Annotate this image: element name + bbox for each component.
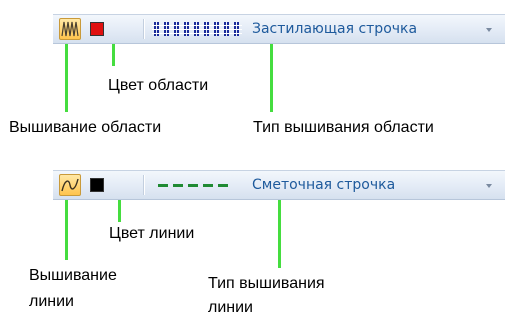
- running-stitch-pattern-icon: [158, 184, 228, 187]
- area-sew-type-text: Застилающая строчка: [252, 21, 418, 37]
- leader-area-color: [112, 44, 115, 66]
- callout-area-sewing: Вышивание области: [9, 119, 162, 136]
- leader-line-sewing: [65, 200, 68, 260]
- line-color-button[interactable]: [86, 174, 108, 196]
- line-sewing-toolbar: Сметочная строчка: [53, 170, 505, 200]
- dropdown-arrow-icon[interactable]: [486, 184, 492, 188]
- line-sewing-icon: [61, 178, 79, 192]
- leader-line-sew-type: [278, 200, 281, 268]
- callout-area-sew-type: Тип вышивания области: [253, 119, 434, 136]
- area-color-button[interactable]: [86, 18, 108, 40]
- line-sewing-button[interactable]: [59, 174, 81, 196]
- line-sew-type-select[interactable]: Сметочная строчка: [150, 174, 500, 196]
- leader-area-sewing: [65, 44, 68, 112]
- leader-area-sew-type: [270, 44, 273, 112]
- area-sewing-icon: [61, 21, 79, 37]
- fill-stitch-pattern-icon: [152, 22, 242, 36]
- leader-line-color: [118, 200, 121, 222]
- callout-line-sew-type-1: Тип вышивания: [208, 275, 325, 292]
- area-sewing-toolbar: Застилающая строчка: [53, 14, 505, 44]
- line-color-swatch: [90, 178, 104, 192]
- dropdown-arrow-icon[interactable]: [486, 28, 492, 32]
- area-color-swatch: [90, 22, 104, 36]
- area-sewing-button[interactable]: [59, 18, 81, 40]
- callout-line-color: Цвет линии: [109, 225, 195, 242]
- area-sew-type-select[interactable]: Застилающая строчка: [150, 18, 500, 40]
- callout-area-color: Цвет области: [108, 77, 209, 94]
- callout-line-sewing-1: Вышивание: [29, 267, 117, 284]
- callout-line-sew-type-2: линии: [208, 299, 253, 316]
- callout-line-sewing-2: линии: [29, 293, 74, 310]
- line-sew-type-text: Сметочная строчка: [252, 177, 396, 193]
- toolbar-separator: [143, 19, 145, 39]
- toolbar-separator: [143, 175, 145, 195]
